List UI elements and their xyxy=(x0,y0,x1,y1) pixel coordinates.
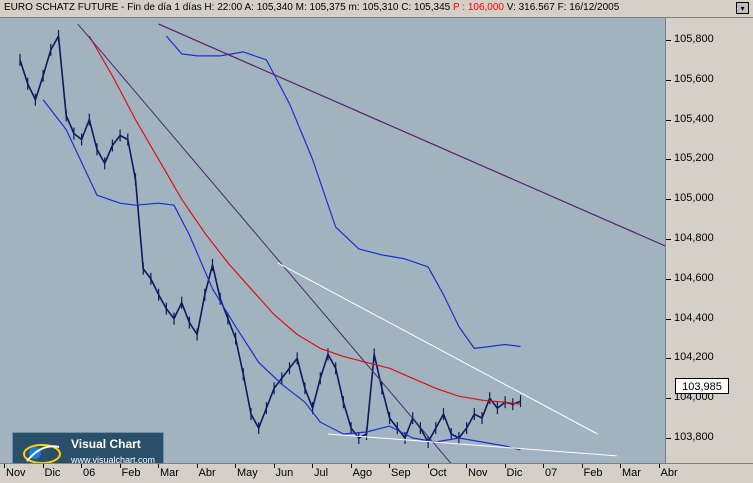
x-tick xyxy=(158,464,159,468)
x-tick-label: Feb xyxy=(583,467,603,479)
chart-window: EURO SCHATZ FUTURE - Fin de día 1 días H… xyxy=(0,0,753,483)
x-tick xyxy=(235,464,236,468)
x-tick xyxy=(4,464,5,468)
x-tick xyxy=(312,464,313,468)
instrument-title: EURO SCHATZ FUTURE - Fin de día 1 días xyxy=(4,2,202,13)
y-tick-label: 105,600 xyxy=(674,72,714,85)
y-tick-label: 104,400 xyxy=(674,311,714,324)
y-tick-label: 104,600 xyxy=(674,271,714,284)
x-tick xyxy=(427,464,429,468)
y-tick xyxy=(666,438,671,439)
series-trendline-resistance xyxy=(277,262,598,435)
series-upper-band xyxy=(165,35,521,349)
visualchart-logo-icon xyxy=(21,439,63,463)
quote-low: m: 105,310 xyxy=(348,2,399,13)
x-tick xyxy=(350,464,352,468)
x-tick xyxy=(196,464,198,468)
logo-title: Visual Chart xyxy=(71,437,141,451)
x-tick xyxy=(620,464,621,468)
x-tick xyxy=(658,464,660,468)
x-tick-label: Nov xyxy=(6,467,26,479)
quote-f: F: 16/12/2005 xyxy=(557,2,620,13)
chart-plot-area[interactable]: Visual Chart www.visualchart.com xyxy=(0,18,665,463)
series-moving-average xyxy=(88,35,521,405)
series-lower-band xyxy=(42,99,521,451)
x-tick-label: Feb xyxy=(121,467,141,479)
x-tick xyxy=(504,464,506,468)
price-chart-svg xyxy=(19,23,665,463)
x-tick-label: Oct xyxy=(429,467,447,479)
y-tick-label: 103,800 xyxy=(674,431,714,443)
x-tick xyxy=(543,464,544,468)
quote-c: C: 105,345 xyxy=(401,2,451,13)
quote-a: A: 105,340 xyxy=(244,2,293,13)
y-tick-label: 105,000 xyxy=(674,192,714,205)
quote-p: P : 106,000 xyxy=(453,2,504,13)
series-trendline-support xyxy=(327,433,617,457)
x-tick-label: 07 xyxy=(545,467,558,479)
y-tick xyxy=(666,278,671,280)
x-tick-label: Sep xyxy=(391,467,411,479)
series-trendline-long xyxy=(158,23,665,247)
window-title-bar: EURO SCHATZ FUTURE - Fin de día 1 días H… xyxy=(0,0,753,18)
x-tick xyxy=(273,464,275,468)
y-tick xyxy=(666,159,671,161)
x-tick-label: Nov xyxy=(468,467,488,479)
x-tick-label: Abr xyxy=(198,467,216,479)
x-tick xyxy=(581,464,583,468)
y-tick xyxy=(666,79,671,81)
y-tick xyxy=(666,398,671,400)
x-tick xyxy=(389,464,390,468)
quote-h: H: 22:00 xyxy=(204,2,243,13)
x-tick xyxy=(81,464,82,468)
time-axis[interactable]: Nov Dic 06 Feb Mar Abr May Jun Jul Ago Sep Oct Nov Di… xyxy=(0,463,753,482)
x-tick-label: Dic xyxy=(44,467,61,479)
x-tick xyxy=(119,464,121,468)
x-tick xyxy=(42,464,44,468)
x-tick xyxy=(466,464,467,468)
y-tick xyxy=(666,318,671,320)
y-tick-label: 104,800 xyxy=(674,232,714,244)
y-tick xyxy=(666,199,671,201)
y-tick xyxy=(666,358,671,360)
y-tick xyxy=(666,40,671,41)
price-axis[interactable]: 105,800 105,600 105,400 105,200 105,000 104,8… xyxy=(665,18,753,483)
x-tick-label: Jul xyxy=(314,467,329,479)
x-tick-label: Dic xyxy=(506,467,523,479)
x-tick-label: 06 xyxy=(83,467,96,479)
x-tick-label: Mar xyxy=(160,467,179,479)
visualchart-logo: Visual Chart www.visualchart.com xyxy=(12,432,164,463)
x-tick-label: Mar xyxy=(622,467,641,479)
logo-url: www.visualchart.com xyxy=(71,455,156,463)
last-price-marker: 103,985 xyxy=(675,378,729,394)
y-tick xyxy=(666,119,671,121)
window-menu-button[interactable]: ▾ xyxy=(736,2,749,14)
series-price xyxy=(19,35,521,443)
x-tick-label: Abr xyxy=(660,467,678,479)
quote-m: M: 105,375 xyxy=(295,2,346,13)
x-tick-label: Ago xyxy=(352,467,373,479)
x-tick-label: Jun xyxy=(275,467,294,479)
quote-v: V: 316.567 xyxy=(506,2,555,13)
y-tick-label: 105,800 xyxy=(674,33,714,45)
y-tick-label: 104,200 xyxy=(674,351,714,364)
y-tick-label: 105,200 xyxy=(674,152,714,165)
series-trendline-mid xyxy=(77,23,452,463)
x-tick-label: May xyxy=(237,467,258,479)
y-tick-label: 105,400 xyxy=(674,112,714,125)
window-title: EURO SCHATZ FUTURE - Fin de día 1 días H… xyxy=(4,2,619,13)
y-tick xyxy=(666,239,671,240)
